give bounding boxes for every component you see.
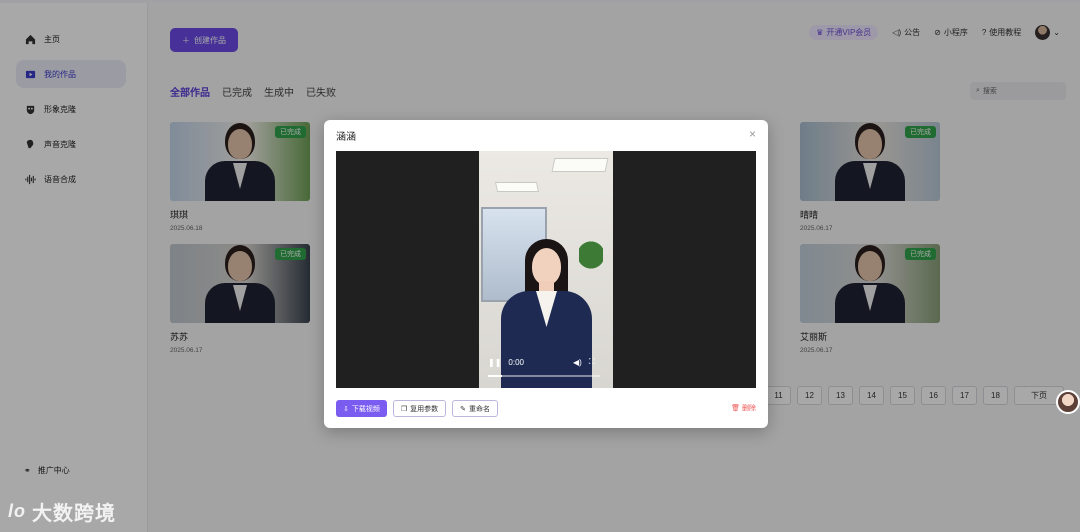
video-player[interactable]: ❚❚ 0:00 ◀) ⛶ — [336, 151, 756, 388]
close-icon[interactable]: × — [749, 127, 756, 141]
video-controls: ❚❚ 0:00 ◀) ⛶ — [479, 357, 613, 379]
ceiling-light — [494, 182, 540, 192]
video-frame[interactable]: ❚❚ 0:00 ◀) ⛶ — [479, 151, 613, 388]
watermark: lo 大数跨境 — [8, 497, 116, 526]
rename-button[interactable]: ✎ 重命名 — [452, 400, 499, 417]
download-video-button[interactable]: ⇩ 下载视频 — [336, 400, 387, 417]
floating-assistant-avatar[interactable] — [1056, 390, 1080, 414]
rename-label: 重命名 — [469, 405, 491, 413]
dialog-title: 涵涵 — [336, 132, 356, 143]
download-icon: ⇩ — [343, 405, 349, 413]
ceiling-light — [551, 158, 609, 172]
pause-icon[interactable]: ❚❚ — [488, 358, 501, 367]
watermark-logo: lo — [8, 501, 26, 521]
current-time: 0:00 — [508, 357, 524, 367]
volume-icon[interactable]: ◀) — [573, 358, 582, 367]
dialog-actions: ⇩ 下载视频 ❐ 复用参数 ✎ 重命名 — [336, 400, 499, 417]
delete-label: 删除 — [742, 405, 756, 412]
reuse-params-button[interactable]: ❐ 复用参数 — [392, 400, 447, 417]
delete-button[interactable]: 🗑 删除 — [731, 403, 756, 413]
trash-icon: 🗑 — [731, 405, 740, 412]
video-preview-dialog: 涵涵 × ❚❚ 0:00 ◀) ⛶ ⇩ 下载视频 ❐ 复用参数 ✎ 重命名 🗑 … — [324, 120, 768, 428]
copy-icon: ❐ — [400, 405, 408, 413]
reuse-label: 复用参数 — [410, 405, 439, 413]
edit-icon: ✎ — [460, 405, 467, 413]
fullscreen-icon[interactable]: ⛶ — [589, 357, 595, 367]
progress-fill — [488, 375, 502, 377]
watermark-text: 大数跨境 — [32, 503, 116, 525]
progress-bar[interactable] — [488, 375, 600, 377]
download-label: 下载视频 — [351, 405, 380, 413]
